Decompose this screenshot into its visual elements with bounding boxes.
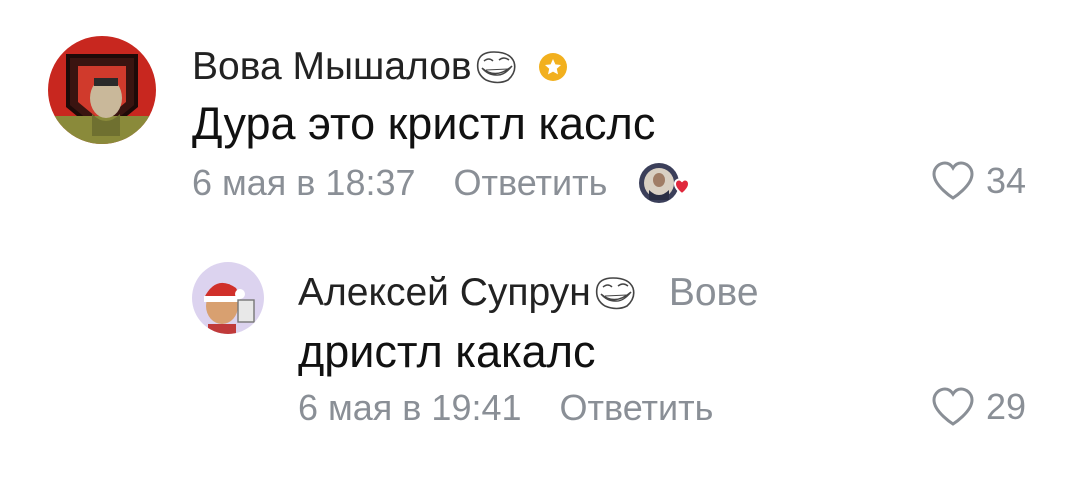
author-row: Вова Мышалов	[192, 42, 568, 92]
comment-date[interactable]: 6 мая в 18:37	[192, 162, 416, 204]
reply-avatar[interactable]	[192, 262, 264, 334]
like-count: 29	[986, 386, 1027, 427]
like-count: 34	[986, 160, 1027, 201]
comment-meta: 6 мая в 18:37 Ответить	[192, 160, 695, 206]
comment: Вова Мышалов Дура это кристл каслс 6 мая…	[0, 0, 1080, 240]
verified-star-icon	[538, 53, 567, 81]
author-liked-icon	[639, 163, 691, 203]
comment-meta: 6 мая в 19:41 Ответить	[298, 385, 713, 431]
comment-date[interactable]: 6 мая в 19:41	[298, 387, 522, 429]
avatar[interactable]	[48, 36, 156, 144]
author-name[interactable]: Алексей Супрун	[298, 271, 591, 315]
comment-text: Дура это кристл каслс	[192, 98, 656, 149]
reply-author-row: Алексей Супрун Вове	[298, 268, 759, 318]
author-name[interactable]: Вова Мышалов	[192, 45, 472, 89]
reply-to-link[interactable]: Вове	[669, 271, 759, 315]
reply-button[interactable]: Ответить	[560, 387, 714, 429]
troll-face-icon	[476, 51, 516, 84]
heart-icon	[932, 161, 974, 200]
like-button[interactable]: 34	[930, 158, 1026, 204]
comment-text: дристл какалс	[298, 326, 596, 377]
troll-face-icon	[595, 277, 635, 310]
heart-icon	[932, 387, 974, 426]
reply-button[interactable]: Ответить	[454, 162, 608, 204]
avatar-image	[48, 36, 156, 144]
like-button[interactable]: 29	[930, 384, 1026, 430]
reply-avatar-image	[192, 262, 264, 334]
author-liked-badge	[637, 160, 695, 206]
